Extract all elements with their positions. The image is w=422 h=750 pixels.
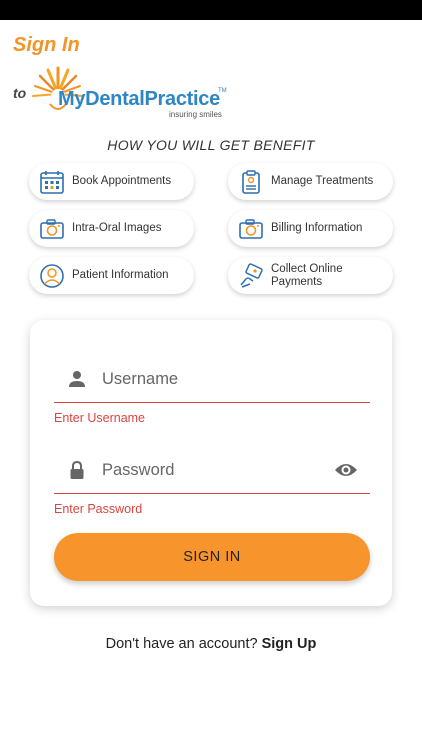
login-card: Enter Username Enter Password SIGN IN: [30, 320, 392, 606]
signup-row: Don't have an account? Sign Up: [0, 636, 422, 652]
camera-icon: [39, 216, 65, 242]
benefit-manage-treatments: Manage Treatments: [228, 163, 393, 200]
person-icon: [69, 371, 85, 387]
logo-tm: TM: [218, 88, 227, 94]
lock-icon: [70, 460, 84, 479]
payment-icon: [238, 262, 264, 289]
page-title: Sign In: [13, 34, 80, 56]
calendar-icon: [39, 169, 65, 195]
eye-icon[interactable]: [334, 460, 358, 480]
benefit-collect-online-payments: Collect Online Payments: [228, 257, 393, 294]
camera-icon: [238, 216, 264, 242]
password-input[interactable]: [102, 456, 322, 484]
benefit-label: Billing Information: [271, 222, 363, 234]
to-label: to: [13, 85, 27, 101]
clipboard-icon: [238, 169, 264, 195]
status-bar: [0, 0, 422, 20]
password-field: [54, 438, 370, 494]
benefit-label: Book Appointments: [72, 175, 172, 187]
logo-tagline: insuring smiles: [169, 110, 222, 119]
signup-link[interactable]: Sign Up: [262, 636, 317, 652]
benefit-label: Intra-Oral Images: [72, 222, 162, 234]
benefit-book-appointments: Book Appointments: [29, 163, 194, 200]
user-circle-icon: [39, 263, 65, 289]
benefit-billing-information: Billing Information: [228, 210, 393, 247]
brand-logo: MyDentalPractice TM insuring smiles: [30, 64, 230, 120]
signup-prompt: Don't have an account?: [105, 636, 258, 652]
logo-name: MyDentalPractice: [58, 88, 220, 110]
username-input[interactable]: [102, 365, 322, 393]
benefit-label: Patient Information: [72, 269, 169, 281]
password-error: Enter Password: [54, 502, 143, 516]
benefit-label: Collect Online Payments: [271, 262, 343, 288]
benefit-label: Manage Treatments: [271, 175, 374, 187]
benefit-heading: HOW YOU WILL GET BENEFIT: [107, 137, 315, 153]
benefit-patient-information: Patient Information: [29, 257, 194, 294]
username-field: [54, 347, 370, 403]
sign-in-button[interactable]: SIGN IN: [54, 533, 370, 581]
benefit-intra-oral-images: Intra-Oral Images: [29, 210, 194, 247]
username-error: Enter Username: [54, 411, 146, 425]
